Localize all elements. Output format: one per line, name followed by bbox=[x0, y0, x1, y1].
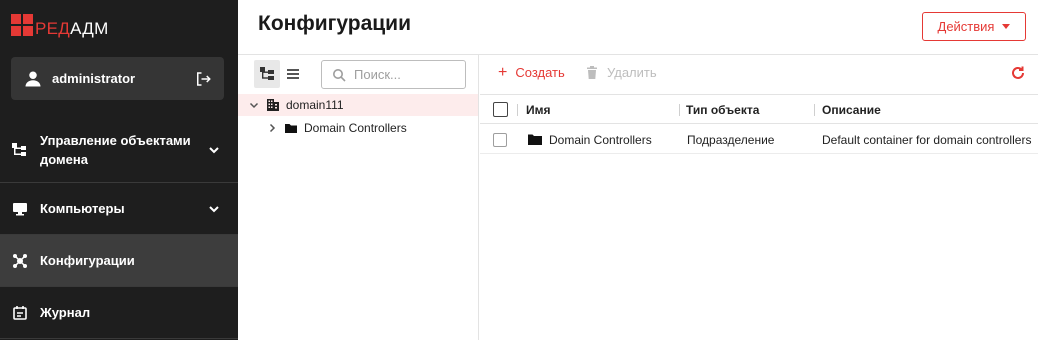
table-row[interactable]: Domain Controllers Подразделение Default… bbox=[480, 125, 1038, 154]
logo-text: РЕДАДМ bbox=[35, 18, 109, 40]
search-box bbox=[321, 60, 466, 89]
plus-icon: + bbox=[498, 63, 508, 81]
list-view-button[interactable] bbox=[280, 60, 306, 88]
building-icon bbox=[267, 99, 279, 111]
chevron-down-icon bbox=[209, 147, 219, 154]
user-icon bbox=[25, 71, 41, 86]
view-toggle bbox=[254, 60, 308, 88]
actions-button-label: Действия bbox=[937, 19, 995, 34]
configuration-icon bbox=[13, 253, 27, 268]
actions-button[interactable]: Действия bbox=[922, 12, 1026, 41]
list-view-icon bbox=[287, 69, 299, 79]
column-header-name[interactable]: Имя bbox=[526, 103, 551, 117]
delete-button[interactable]: Удалить bbox=[586, 65, 657, 80]
tree-view-button[interactable] bbox=[254, 60, 280, 88]
trash-icon bbox=[587, 66, 597, 79]
tree-item-label: domain111 bbox=[286, 98, 344, 112]
delete-button-label: Удалить bbox=[607, 65, 657, 80]
page-title: Конфигурации bbox=[258, 12, 411, 35]
chevron-down-icon[interactable] bbox=[248, 99, 260, 111]
logo-mark bbox=[11, 14, 33, 36]
toolbar: + Создать Удалить bbox=[480, 55, 1038, 92]
user-card: administrator bbox=[11, 57, 224, 100]
cell-type: Подразделение bbox=[687, 133, 775, 147]
column-divider bbox=[679, 104, 680, 116]
refresh-icon[interactable] bbox=[1010, 65, 1026, 81]
sidebar-item-journal[interactable]: Журнал bbox=[0, 287, 238, 339]
sidebar-item-label: Журнал bbox=[40, 305, 91, 320]
tree-item-domain-controllers[interactable]: Domain Controllers bbox=[238, 117, 478, 139]
tree-item-label: Domain Controllers bbox=[304, 121, 407, 135]
sidebar-item-label: Компьютеры bbox=[40, 201, 125, 216]
select-all-checkbox[interactable] bbox=[493, 102, 508, 117]
username: administrator bbox=[52, 71, 136, 86]
sidebar-item-domain-objects[interactable]: Управление объектами домена bbox=[0, 118, 238, 183]
logo-text-red: РЕД bbox=[35, 18, 71, 38]
create-button[interactable]: + Создать bbox=[498, 63, 565, 81]
sidebar: РЕДАДМ administrator Управление объектам… bbox=[0, 0, 238, 340]
sidebar-item-label: Управление объектами домена bbox=[40, 133, 191, 167]
sidebar-item-label: Конфигурации bbox=[40, 253, 135, 268]
folder-icon bbox=[285, 124, 297, 133]
column-header-description[interactable]: Описание bbox=[822, 103, 881, 117]
logout-icon[interactable] bbox=[194, 70, 212, 88]
column-divider bbox=[814, 104, 815, 116]
sidebar-nav: Управление объектами домена Компьютеры К… bbox=[0, 118, 238, 339]
tree-view-icon bbox=[260, 67, 274, 80]
chevron-down-icon bbox=[209, 205, 219, 212]
cell-name: Domain Controllers bbox=[549, 133, 652, 147]
tree-panel: domain111 Domain Controllers bbox=[238, 55, 479, 340]
tree-item-domain[interactable]: domain111 bbox=[238, 94, 478, 116]
sidebar-item-configurations[interactable]: Конфигурации bbox=[0, 235, 238, 287]
search-icon bbox=[333, 68, 346, 82]
caret-down-icon bbox=[1002, 24, 1011, 29]
column-header-type[interactable]: Тип объекта bbox=[686, 103, 759, 117]
domain-tree-icon bbox=[12, 143, 26, 156]
chevron-right-icon[interactable] bbox=[266, 122, 278, 134]
logo: РЕДАДМ bbox=[11, 13, 109, 40]
search-input[interactable] bbox=[354, 67, 454, 82]
logo-text-white: АДМ bbox=[70, 18, 109, 38]
column-divider bbox=[517, 104, 518, 116]
create-button-label: Создать bbox=[515, 65, 565, 80]
sidebar-item-computers[interactable]: Компьютеры bbox=[0, 183, 238, 235]
folder-icon bbox=[528, 134, 542, 145]
main-area: Конфигурации Действия domain111 Domain bbox=[238, 0, 1038, 340]
journal-icon bbox=[13, 305, 27, 320]
cell-description: Default container for domain controllers bbox=[822, 133, 1032, 147]
table-header: Имя Тип объекта Описание bbox=[480, 94, 1038, 124]
monitor-icon bbox=[13, 202, 27, 215]
content-panel: + Создать Удалить Имя Тип объекта Описан… bbox=[480, 55, 1038, 340]
row-checkbox[interactable] bbox=[493, 133, 507, 147]
